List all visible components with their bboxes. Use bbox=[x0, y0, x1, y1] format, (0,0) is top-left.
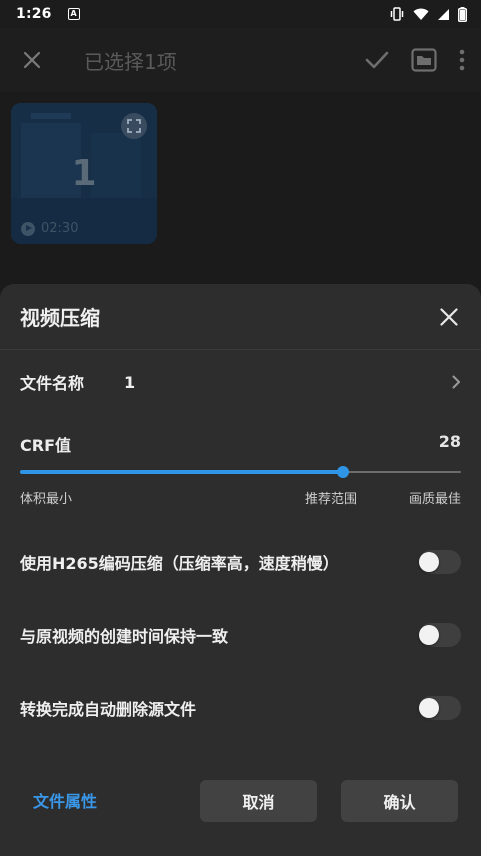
close-selection-button[interactable] bbox=[0, 28, 64, 92]
video-duration: 02:30 bbox=[21, 221, 78, 236]
chevron-right-icon bbox=[452, 375, 460, 389]
file-properties-link[interactable]: 文件属性 bbox=[33, 788, 97, 812]
expand-icon bbox=[127, 119, 141, 133]
sheet-close-button[interactable] bbox=[437, 305, 461, 329]
switch-h265[interactable] bbox=[419, 550, 461, 574]
screen: 1:26 A 已选择1项 1 02:30 视频压缩 文件名称 1 CRF值 28… bbox=[0, 0, 481, 856]
crf-value: 28 bbox=[438, 432, 461, 451]
slider-thumb[interactable] bbox=[337, 466, 349, 478]
vibrate-icon bbox=[390, 7, 404, 21]
toggle-row-h265[interactable]: 使用H265编码压缩（压缩率高，速度稍慢） bbox=[0, 542, 481, 582]
toggle-label-keep-time: 与原视频的创建时间保持一致 bbox=[20, 627, 229, 646]
slider-max-label: 画质最佳 bbox=[408, 492, 461, 507]
close-icon bbox=[440, 307, 458, 326]
sheet-footer: 文件属性 取消 确认 bbox=[0, 780, 481, 822]
status-bar: 1:26 A bbox=[0, 0, 481, 28]
cancel-button[interactable]: 取消 bbox=[200, 780, 317, 822]
slider-min-label: 体积最小 bbox=[20, 492, 73, 507]
signal-icon bbox=[438, 8, 449, 20]
toggle-row-keep-time[interactable]: 与原视频的创建时间保持一致 bbox=[0, 615, 481, 655]
switch-delete-source[interactable] bbox=[419, 696, 461, 720]
switch-knob bbox=[419, 625, 439, 645]
slider-labels: 体积最小 推荐范围 画质最佳 bbox=[20, 488, 461, 507]
slider-fill bbox=[20, 470, 343, 474]
more-vert-icon[interactable] bbox=[459, 49, 465, 71]
toggle-label-h265: 使用H265编码压缩（压缩率高，速度稍慢） bbox=[20, 554, 339, 573]
app-actions bbox=[365, 48, 481, 72]
crf-header: CRF值 28 bbox=[20, 432, 461, 456]
compress-sheet: 视频压缩 文件名称 1 CRF值 28 体积最小 推荐范围 画质最佳 使用H26… bbox=[0, 284, 481, 856]
selection-title: 已选择1项 bbox=[84, 49, 177, 74]
toggle-label-delete-source: 转换完成自动删除源文件 bbox=[20, 700, 197, 719]
duration-text: 02:30 bbox=[41, 221, 79, 236]
file-name-row[interactable]: 文件名称 1 bbox=[0, 351, 481, 413]
status-time: 1:26 bbox=[16, 6, 52, 22]
confirm-button[interactable]: 确认 bbox=[341, 780, 458, 822]
selection-number: 1 bbox=[71, 153, 97, 194]
toggle-row-delete-source[interactable]: 转换完成自动删除源文件 bbox=[0, 688, 481, 728]
expand-button[interactable] bbox=[121, 113, 147, 139]
switch-knob bbox=[419, 698, 439, 718]
battery-icon bbox=[458, 6, 467, 22]
slider-recommended-label: 推荐范围 bbox=[305, 492, 358, 507]
switch-knob bbox=[419, 552, 439, 572]
switch-keep-time[interactable] bbox=[419, 623, 461, 647]
status-icons bbox=[389, 6, 467, 22]
sheet-title: 视频压缩 bbox=[20, 306, 100, 330]
notification-icon: A bbox=[67, 8, 80, 20]
crf-label: CRF值 bbox=[20, 436, 71, 455]
video-thumbnail[interactable]: 1 02:30 bbox=[11, 103, 157, 244]
wifi-icon bbox=[413, 8, 429, 20]
folder-icon[interactable] bbox=[411, 48, 437, 72]
close-icon bbox=[23, 51, 41, 69]
file-name-value: 1 bbox=[124, 372, 136, 392]
sheet-header: 视频压缩 bbox=[0, 284, 481, 350]
check-icon[interactable] bbox=[365, 50, 389, 70]
play-icon bbox=[21, 221, 35, 236]
crf-slider[interactable] bbox=[20, 464, 461, 480]
file-name-label: 文件名称 bbox=[20, 374, 85, 393]
app-bar: 已选择1项 bbox=[0, 28, 481, 92]
